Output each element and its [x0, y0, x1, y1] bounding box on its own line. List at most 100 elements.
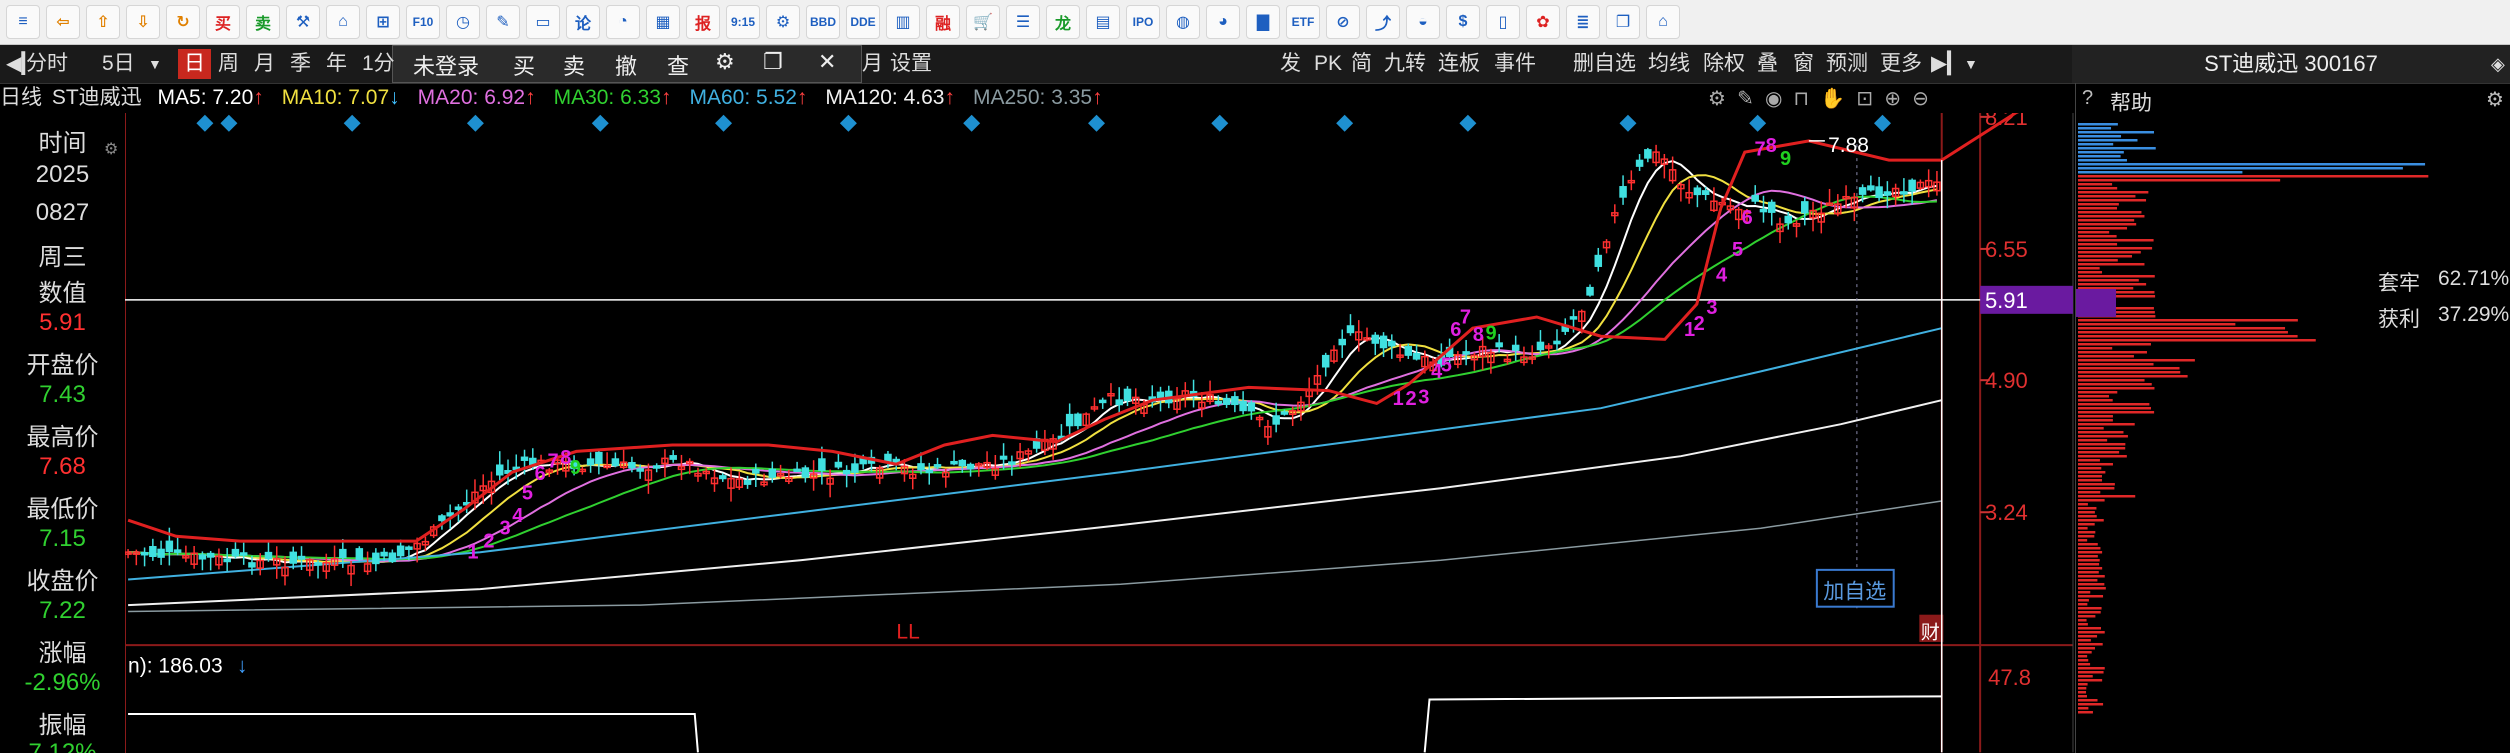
- jiuzhuan-button[interactable]: 九转: [1378, 49, 1432, 79]
- lun-icon[interactable]: 论: [566, 5, 600, 39]
- more-button[interactable]: 更多: [1874, 49, 1928, 79]
- compass-icon[interactable]: ⊘: [1326, 5, 1360, 39]
- monthly-button[interactable]: 月: [248, 49, 281, 79]
- cart-icon[interactable]: 🛒: [966, 5, 1000, 39]
- trade-sell-button[interactable]: 卖: [563, 49, 585, 81]
- window-button[interactable]: 窗: [1787, 49, 1820, 79]
- add-watch-label[interactable]: 加自选: [1823, 581, 1886, 604]
- us-flag-icon[interactable]: ≣: [1566, 5, 1600, 39]
- report-icon[interactable]: 报: [686, 5, 720, 39]
- event-marker-icon[interactable]: [1088, 114, 1106, 132]
- dollar-icon[interactable]: $: [1446, 5, 1480, 39]
- event-marker-icon[interactable]: [963, 114, 981, 132]
- copy-icon[interactable]: ❐: [1606, 5, 1640, 39]
- trade-close-button[interactable]: ✕: [818, 49, 836, 75]
- trade-settings-button[interactable]: ⚙: [715, 49, 735, 75]
- etf-icon[interactable]: ETF: [1286, 5, 1320, 39]
- list-icon[interactable]: ☰: [1006, 5, 1040, 39]
- event-marker-icon[interactable]: [1749, 114, 1767, 132]
- predict-button[interactable]: 预测: [1820, 49, 1874, 79]
- avg-line-button[interactable]: 均线: [1642, 49, 1696, 79]
- dde-icon[interactable]: DDE: [846, 5, 880, 39]
- panel-settings-icon[interactable]: ⚙: [104, 139, 118, 159]
- event-marker-icon[interactable]: [1619, 114, 1637, 132]
- lock-icon[interactable]: ⊡: [1856, 88, 1873, 110]
- up-icon[interactable]: ⇧: [86, 5, 120, 39]
- weekly-button[interactable]: 周: [212, 49, 245, 79]
- event-marker-icon[interactable]: [1336, 114, 1354, 132]
- chip-settings-icon[interactable]: ⚙: [2486, 87, 2504, 112]
- menu-icon[interactable]: ≡: [6, 5, 40, 39]
- tools-icon[interactable]: ⚒: [286, 5, 320, 39]
- pin-icon[interactable]: ◈: [2485, 49, 2510, 79]
- settings-icon[interactable]: ⚙: [766, 5, 800, 39]
- clock-icon[interactable]: ◷: [446, 5, 480, 39]
- daily-button[interactable]: 日: [178, 49, 211, 79]
- house-icon[interactable]: ⌂: [1646, 5, 1680, 39]
- fa-button[interactable]: 发: [1274, 49, 1307, 79]
- event-button[interactable]: 事件: [1488, 49, 1542, 79]
- buy-icon[interactable]: 买: [206, 5, 240, 39]
- event-marker-icon[interactable]: [1211, 114, 1229, 132]
- trade-restore-button[interactable]: ❐: [763, 49, 783, 75]
- f10-icon[interactable]: F10: [406, 5, 440, 39]
- delete-watch-button[interactable]: 删自选: [1567, 49, 1642, 79]
- pen-icon[interactable]: ✎: [486, 5, 520, 39]
- monitor-icon[interactable]: ▭: [526, 5, 560, 39]
- plus-window-icon[interactable]: ⊞: [366, 5, 400, 39]
- zoom-out-icon[interactable]: ⊖: [1912, 88, 1929, 110]
- bar-chart-icon[interactable]: ▥: [886, 5, 920, 39]
- overlay-button[interactable]: 叠: [1751, 49, 1784, 79]
- event-marker-icon[interactable]: [220, 114, 238, 132]
- event-marker-icon[interactable]: [466, 114, 484, 132]
- histogram-icon[interactable]: ▇: [1246, 5, 1280, 39]
- time-915-icon[interactable]: 9:15: [726, 5, 760, 39]
- event-marker-icon[interactable]: [1874, 114, 1891, 132]
- event-marker-icon[interactable]: [1459, 114, 1477, 132]
- eye-icon[interactable]: ◉: [1765, 88, 1782, 110]
- refresh-icon[interactable]: ↻: [166, 5, 200, 39]
- bbd-icon[interactable]: BBD: [806, 5, 840, 39]
- gauge-icon[interactable]: ◔: [606, 5, 640, 39]
- chevron-down-icon[interactable]: ▼: [142, 49, 168, 79]
- sell-icon[interactable]: 卖: [246, 5, 280, 39]
- help-icon[interactable]: ?: [2082, 87, 2093, 110]
- hk-flag-icon[interactable]: ✿: [1526, 5, 1560, 39]
- news-icon[interactable]: ▤: [1086, 5, 1120, 39]
- jian-button[interactable]: 简: [1345, 49, 1378, 79]
- globe-icon[interactable]: ◍: [1166, 5, 1200, 39]
- season-button[interactable]: 季: [284, 49, 317, 79]
- brush-icon[interactable]: ✎: [1737, 88, 1754, 110]
- pie-icon[interactable]: ◕: [1206, 5, 1240, 39]
- event-marker-icon[interactable]: [591, 114, 609, 132]
- event-marker-icon[interactable]: [715, 114, 733, 132]
- phone-icon[interactable]: ▯: [1486, 5, 1520, 39]
- trade-query-button[interactable]: 查: [667, 49, 689, 81]
- fenshi-button[interactable]: 分时: [20, 49, 74, 79]
- trade-buy-button[interactable]: 买: [513, 49, 535, 81]
- chevron-down-icon[interactable]: ▼: [1958, 49, 1984, 79]
- dashboard-icon[interactable]: ◒: [1406, 5, 1440, 39]
- back-icon[interactable]: ⇦: [46, 5, 80, 39]
- financing-icon[interactable]: 融: [926, 5, 960, 39]
- gear-icon[interactable]: ⚙: [1708, 88, 1726, 110]
- event-marker-icon[interactable]: [343, 114, 361, 132]
- trade-cancel-button[interactable]: 撤: [615, 49, 637, 81]
- dragon-icon[interactable]: 龙: [1046, 5, 1080, 39]
- event-marker-icon[interactable]: [196, 114, 214, 132]
- down-icon[interactable]: ⇩: [126, 5, 160, 39]
- lianban-button[interactable]: 连板: [1432, 49, 1486, 79]
- not-logged-in-button[interactable]: 未登录: [413, 49, 479, 81]
- hand-icon[interactable]: ✋: [1820, 88, 1845, 110]
- five-day-button[interactable]: 5日: [96, 49, 141, 79]
- zoom-in-icon[interactable]: ⊕: [1884, 88, 1901, 110]
- home-icon[interactable]: ⌂: [326, 5, 360, 39]
- lock-open-icon[interactable]: ⊓: [1794, 88, 1810, 110]
- adjust-button[interactable]: 除权: [1697, 49, 1751, 79]
- event-marker-icon[interactable]: [839, 114, 857, 132]
- financial-marker[interactable]: 财: [1921, 622, 1940, 644]
- chart-window-icon[interactable]: ▦: [646, 5, 680, 39]
- kline-chart[interactable]: 8.216.554.903.245.91 1234567 891 2 345678 9 1…: [125, 113, 2075, 753]
- ipo-icon[interactable]: IPO: [1126, 5, 1160, 39]
- pk-button[interactable]: PK: [1308, 49, 1348, 79]
